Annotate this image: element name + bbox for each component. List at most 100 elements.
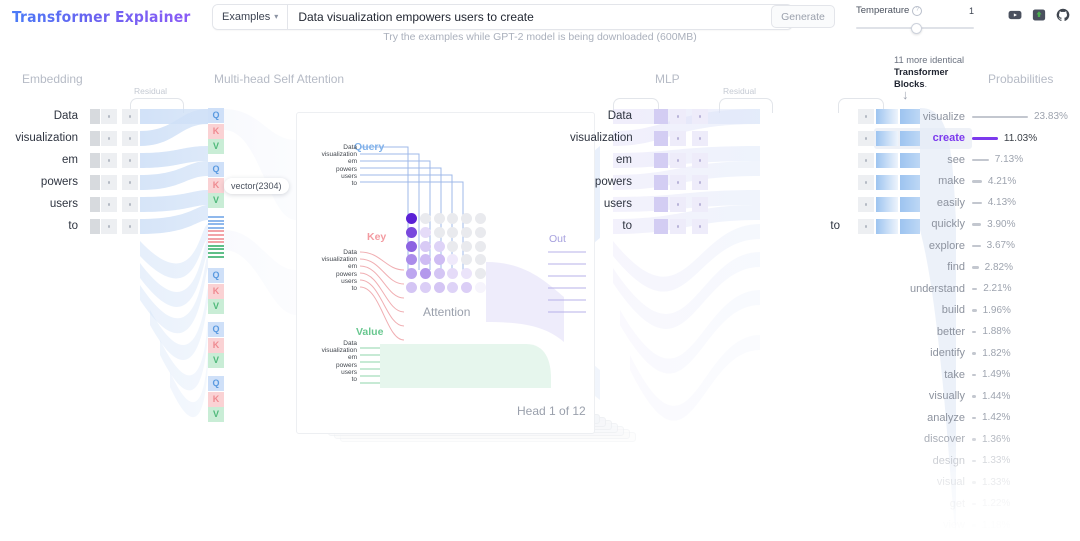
mlp-cell[interactable] [692, 197, 708, 212]
probability-row[interactable]: see7.13% [880, 149, 1080, 171]
mlp-cell[interactable] [670, 153, 686, 168]
embedding-cell[interactable] [101, 131, 117, 146]
qkv-cell-k[interactable]: K [208, 124, 224, 139]
probability-row[interactable]: understand2.21% [880, 278, 1080, 300]
probability-row[interactable]: design1.33% [880, 450, 1080, 472]
embedding-cell[interactable] [101, 197, 117, 212]
qkv-cell-k[interactable]: K [208, 338, 224, 353]
mlp-cell[interactable] [654, 219, 668, 234]
mlp-cell[interactable] [670, 219, 686, 234]
attention-cell[interactable] [420, 282, 431, 293]
block-cell[interactable] [858, 175, 874, 190]
attention-cell[interactable] [461, 227, 472, 238]
qkv-cell-v[interactable]: V [208, 299, 224, 314]
mlp-cell[interactable] [654, 131, 668, 146]
mlp-cell[interactable] [692, 219, 708, 234]
attention-cell[interactable] [434, 241, 445, 252]
mlp-cell[interactable] [692, 153, 708, 168]
qkv-cell-k[interactable]: K [208, 392, 224, 407]
probability-row[interactable]: make4.21% [880, 171, 1080, 193]
probability-row[interactable]: create11.03% [880, 128, 1080, 150]
probability-row[interactable]: quickly3.90% [880, 214, 1080, 236]
attention-cell[interactable] [434, 282, 445, 293]
block-cell[interactable] [858, 153, 874, 168]
mlp-cell[interactable] [692, 131, 708, 146]
generate-button[interactable]: Generate [771, 5, 835, 28]
embedding-cell[interactable] [122, 197, 138, 212]
embedding-cell[interactable] [122, 153, 138, 168]
attention-cell[interactable] [475, 227, 486, 238]
attention-cell[interactable] [434, 254, 445, 265]
probability-row[interactable]: get1.22% [880, 493, 1080, 515]
attention-cell[interactable] [406, 282, 417, 293]
qkv-cell-k[interactable]: K [208, 284, 224, 299]
qkv-cell-v[interactable]: V [208, 353, 224, 368]
embedding-cell[interactable] [90, 219, 100, 234]
examples-dropdown[interactable]: Examples ▾ [213, 5, 288, 29]
mlp-cell[interactable] [692, 175, 708, 190]
probability-row[interactable]: build1.96% [880, 300, 1080, 322]
block-cell[interactable] [858, 197, 874, 212]
probability-row[interactable]: discover1.36% [880, 429, 1080, 451]
qkv-cell-v[interactable]: V [208, 407, 224, 422]
sentence-input[interactable] [288, 5, 792, 29]
mlp-cell[interactable] [654, 197, 668, 212]
mlp-cell[interactable] [654, 175, 668, 190]
probability-row[interactable]: view1.18% [880, 515, 1080, 537]
mlp-cell[interactable] [654, 109, 668, 124]
attention-cell[interactable] [406, 241, 417, 252]
mlp-cell[interactable] [670, 131, 686, 146]
probability-row[interactable]: visualize23.83% [880, 106, 1080, 128]
mlp-cell[interactable] [670, 197, 686, 212]
attention-cell[interactable] [406, 227, 417, 238]
download-icon[interactable] [1032, 8, 1046, 22]
mlp-cell[interactable] [654, 153, 668, 168]
probability-row[interactable]: identify1.82% [880, 343, 1080, 365]
qkv-cell-q[interactable]: Q [208, 108, 224, 123]
attention-cell[interactable] [447, 241, 458, 252]
qkv-cell-q[interactable]: Q [208, 376, 224, 391]
attention-cell[interactable] [420, 227, 431, 238]
block-cell[interactable] [858, 109, 874, 124]
attention-cell[interactable] [434, 213, 445, 224]
qkv-cell-v[interactable]: V [208, 193, 224, 208]
mlp-cell[interactable] [692, 109, 708, 124]
attention-cell[interactable] [434, 268, 445, 279]
mlp-cell[interactable] [670, 109, 686, 124]
embedding-cell[interactable] [101, 153, 117, 168]
qkv-cell-q[interactable]: Q [208, 322, 224, 337]
probability-row[interactable]: better1.88% [880, 321, 1080, 343]
info-icon[interactable]: ? [912, 6, 922, 16]
embedding-cell[interactable] [90, 153, 100, 168]
github-icon[interactable] [1056, 8, 1070, 22]
embedding-cell[interactable] [90, 197, 100, 212]
qkv-cell-q[interactable]: Q [208, 268, 224, 283]
attention-cell[interactable] [420, 241, 431, 252]
attention-cell[interactable] [475, 213, 486, 224]
embedding-cell[interactable] [122, 109, 138, 124]
qkv-cell-k[interactable]: K [208, 178, 224, 193]
attention-cell[interactable] [434, 227, 445, 238]
embedding-cell[interactable] [90, 131, 100, 146]
embedding-cell[interactable] [122, 131, 138, 146]
block-cell[interactable] [858, 219, 874, 234]
probability-row[interactable]: visual1.33% [880, 472, 1080, 494]
attention-cell[interactable] [475, 282, 486, 293]
probability-row[interactable]: take1.49% [880, 364, 1080, 386]
attention-cell[interactable] [461, 241, 472, 252]
qkv-striped-group[interactable] [208, 216, 224, 259]
attention-cell[interactable] [420, 268, 431, 279]
block-cell[interactable] [858, 131, 874, 146]
embedding-cell[interactable] [90, 109, 100, 124]
attention-cell[interactable] [406, 213, 417, 224]
embedding-cell[interactable] [90, 175, 100, 190]
qkv-cell-v[interactable]: V [208, 139, 224, 154]
qkv-cell-q[interactable]: Q [208, 162, 224, 177]
probability-row[interactable]: easily4.13% [880, 192, 1080, 214]
embedding-cell[interactable] [122, 175, 138, 190]
attention-cell[interactable] [475, 241, 486, 252]
youtube-icon[interactable] [1008, 8, 1022, 22]
embedding-cell[interactable] [122, 219, 138, 234]
probability-row[interactable]: visually1.44% [880, 386, 1080, 408]
probability-row[interactable]: find2.82% [880, 257, 1080, 279]
